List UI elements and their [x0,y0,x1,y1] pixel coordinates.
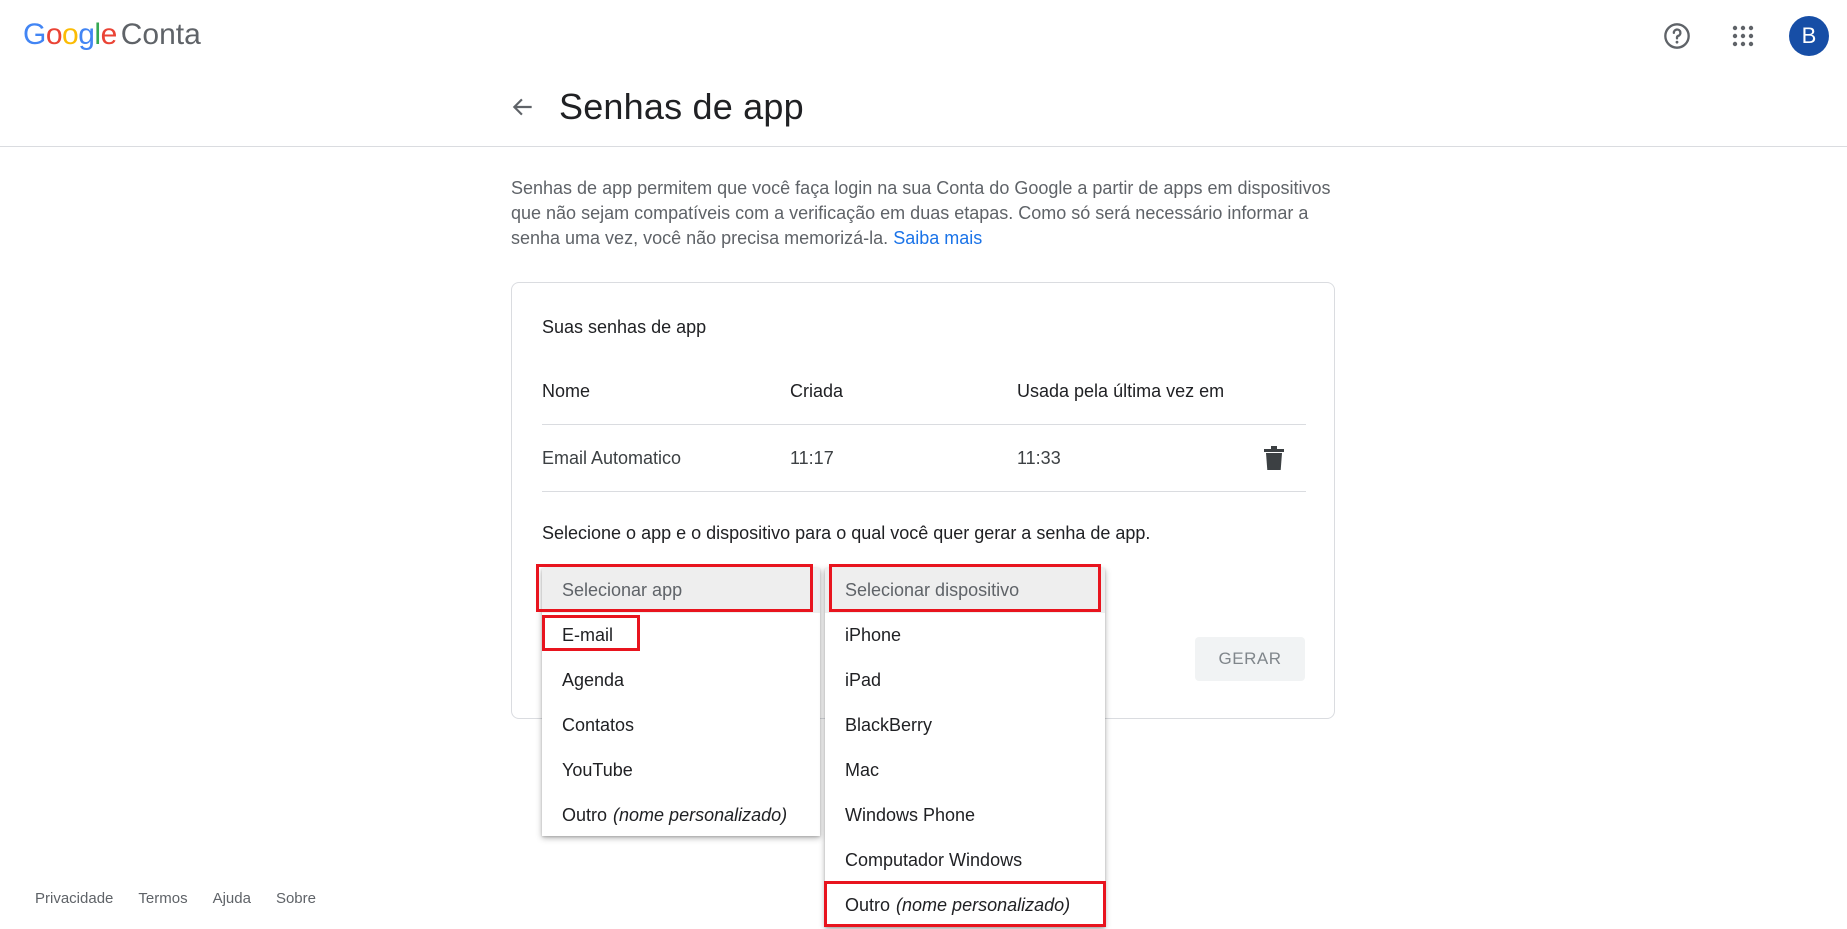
footer-link-about[interactable]: Sobre [276,890,316,907]
device-option-windows-computer[interactable]: Computador Windows [825,838,1105,883]
logo-letter: e [100,18,118,51]
device-option-windows-phone[interactable]: Windows Phone [825,793,1105,838]
row-last-used: 11:33 [1017,448,1061,468]
row-name: Email Automatico [542,448,682,468]
app-option-other[interactable]: Outro (nome personalizado) [542,793,820,838]
app-passwords-page: Google Conta B Senhas de app Senhas de a… [0,0,1847,929]
apps-button[interactable] [1723,16,1763,56]
title-row: Senhas de app [505,86,804,128]
select-instruction: Selecione o app e o dispositivo para o q… [542,523,1151,543]
row-created: 11:17 [790,448,834,468]
select-app-placeholder[interactable]: Selecionar app [542,568,820,613]
device-option-other[interactable]: Outro (nome personalizado) [825,883,1105,928]
help-button[interactable] [1657,16,1697,56]
table-divider [542,491,1306,492]
logo-letter: G [23,18,46,51]
device-option-blackberry[interactable]: BlackBerry [825,703,1105,748]
app-other-hint: (nome personalizado) [613,805,788,825]
arrow-back-icon [512,98,532,116]
logo-letter: g [78,18,95,51]
google-account-logo[interactable]: Google Conta [23,18,201,58]
app-option-youtube[interactable]: YouTube [542,748,820,793]
top-actions: B [1657,16,1829,56]
select-device-placeholder[interactable]: Selecionar dispositivo [825,568,1105,613]
app-option-agenda[interactable]: Agenda [542,658,820,703]
logo-letter: o [45,18,63,51]
footer-link-help[interactable]: Ajuda [213,890,251,907]
column-header-name: Nome [542,381,591,401]
google-wordmark: Google [23,18,117,52]
trash-icon [1264,446,1284,470]
device-other-hint: (nome personalizado) [896,895,1071,915]
app-option-email[interactable]: E-mail [542,613,820,658]
back-button[interactable] [505,89,541,125]
select-app-menu: Selecionar app E-mail Agenda Contatos Yo… [542,568,820,836]
device-other-label: Outro [845,895,891,915]
footer: Privacidade Termos Ajuda Sobre [35,890,316,907]
help-icon [1664,23,1690,49]
table-header: Nome Criada Usada pela última vez em [542,381,1306,407]
generate-button[interactable]: GERAR [1195,637,1305,681]
logo-letter: o [62,18,79,51]
app-other-label: Outro [562,805,608,825]
app-option-contatos[interactable]: Contatos [542,703,820,748]
device-option-ipad[interactable]: iPad [825,658,1105,703]
apps-grid-icon [1732,25,1754,47]
device-option-mac[interactable]: Mac [825,748,1105,793]
device-option-iphone[interactable]: iPhone [825,613,1105,658]
footer-link-privacy[interactable]: Privacidade [35,890,113,907]
page-description: Senhas de app permitem que você faça log… [511,176,1346,251]
card-title: Suas senhas de app [542,317,707,337]
product-name: Conta [120,18,201,51]
table-row: Email Automatico 11:17 11:33 [542,425,1306,491]
column-header-created: Criada [790,381,844,401]
top-bar: Google Conta B [0,0,1847,76]
footer-link-terms[interactable]: Termos [138,890,187,907]
page-title: Senhas de app [559,86,804,127]
delete-password-button[interactable] [1262,445,1286,471]
header-divider [0,146,1847,147]
avatar[interactable]: B [1789,16,1829,56]
learn-more-link[interactable]: Saiba mais [893,228,982,248]
column-header-last-used: Usada pela última vez em [1017,381,1225,401]
select-device-menu: Selecionar dispositivo iPhone iPad Black… [825,568,1105,927]
